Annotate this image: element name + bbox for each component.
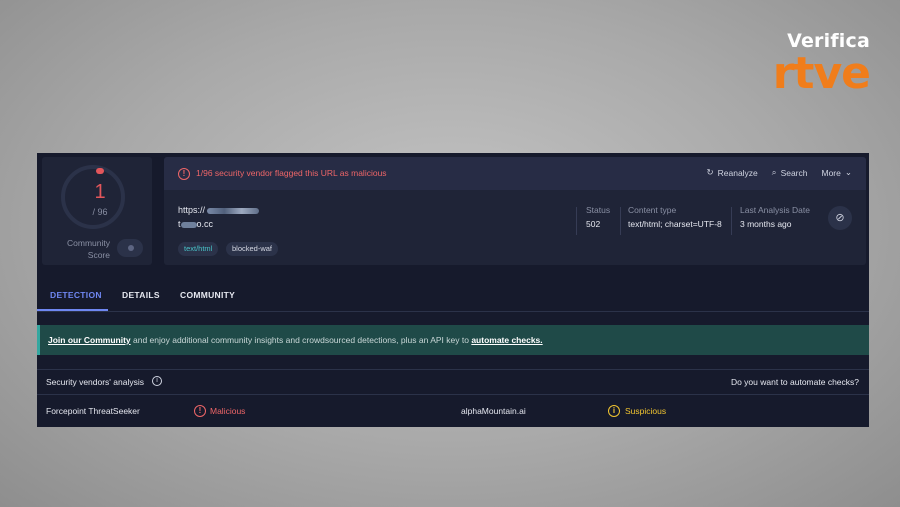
- automate-checks-prompt[interactable]: Do you want to automate checks?: [731, 377, 859, 387]
- divider: [576, 207, 577, 235]
- reanalyze-button[interactable]: ↻ Reanalyze: [707, 167, 758, 178]
- url-summary-panel: ! 1/96 security vendor flagged this URL …: [164, 157, 866, 265]
- url-text: https://: [178, 205, 260, 215]
- community-score-panel: 1 / 96 Community Score: [42, 157, 152, 265]
- info-icon[interactable]: i: [152, 376, 162, 386]
- tab-detection[interactable]: DETECTION: [50, 290, 102, 300]
- tab-details[interactable]: DETAILS: [122, 290, 160, 300]
- automate-checks-link[interactable]: automate checks.: [471, 335, 542, 345]
- content-type-meta: Content type text/html; charset=UTF-8: [628, 205, 722, 229]
- community-banner: Join our Community and enjoy additional …: [37, 325, 869, 355]
- alert-text: 1/96 security vendor flagged this URL as…: [196, 168, 387, 178]
- tab-bar: DETECTION DETAILS COMMUNITY: [37, 281, 869, 312]
- search-button[interactable]: ⌕ Search: [772, 167, 808, 178]
- virustotal-screenshot: 1 / 96 Community Score ! 1/96 security v…: [37, 153, 869, 427]
- vendor-name: Forcepoint ThreatSeeker: [46, 406, 140, 416]
- redacted-url-part: [207, 207, 260, 214]
- tab-community[interactable]: COMMUNITY: [180, 290, 235, 300]
- table-row: Forcepoint ThreatSeeker ! Malicious alph…: [37, 401, 869, 423]
- rtve-verifica-logo: Verifica rtve: [772, 30, 871, 99]
- chevron-down-icon: ⌄: [844, 167, 852, 177]
- brand-rtve: rtve: [772, 48, 871, 99]
- divider: [731, 207, 732, 235]
- tag-text-html[interactable]: text/html: [178, 242, 219, 256]
- community-vote-toggle[interactable]: [117, 239, 143, 257]
- divider: [620, 207, 621, 235]
- globe-icon[interactable]: ⊘: [828, 206, 852, 230]
- search-icon: ⌕: [771, 167, 777, 177]
- active-tab-indicator: [37, 309, 108, 311]
- vendor-result-suspicious: Suspicious: [625, 406, 667, 416]
- vendor-result-malicious: Malicious: [210, 406, 246, 416]
- last-analysis-meta: Last Analysis Date 3 months ago: [740, 205, 810, 229]
- alert-bar: ! 1/96 security vendor flagged this URL …: [164, 157, 866, 190]
- vendors-title: Security vendors' analysis: [46, 377, 144, 387]
- more-menu[interactable]: More ⌄: [822, 167, 853, 178]
- refresh-icon: ↻: [706, 167, 714, 177]
- vendor-name: alphaMountain.ai: [461, 406, 526, 416]
- join-community-link[interactable]: Join our Community: [48, 335, 131, 345]
- status-meta: Status 502: [586, 205, 611, 229]
- redacted-url-part: [180, 221, 197, 228]
- banner-text: Join our Community and enjoy additional …: [48, 335, 543, 345]
- detection-total: / 96: [92, 207, 108, 217]
- suspicious-icon: i: [608, 405, 620, 417]
- toolbar: ↻ Reanalyze ⌕ Search More ⌄: [707, 167, 853, 178]
- tag-blocked-waf[interactable]: blocked-waf: [226, 242, 279, 256]
- score-ring-marker: [96, 168, 104, 174]
- detection-score: 1: [94, 181, 106, 203]
- malicious-icon: !: [194, 405, 206, 417]
- vendors-header: Security vendors' analysis i Do you want…: [37, 369, 869, 395]
- url-text-line2: t o.cc: [178, 219, 214, 229]
- alert-circle-icon: !: [178, 168, 190, 180]
- community-score-label: Community Score: [67, 238, 110, 260]
